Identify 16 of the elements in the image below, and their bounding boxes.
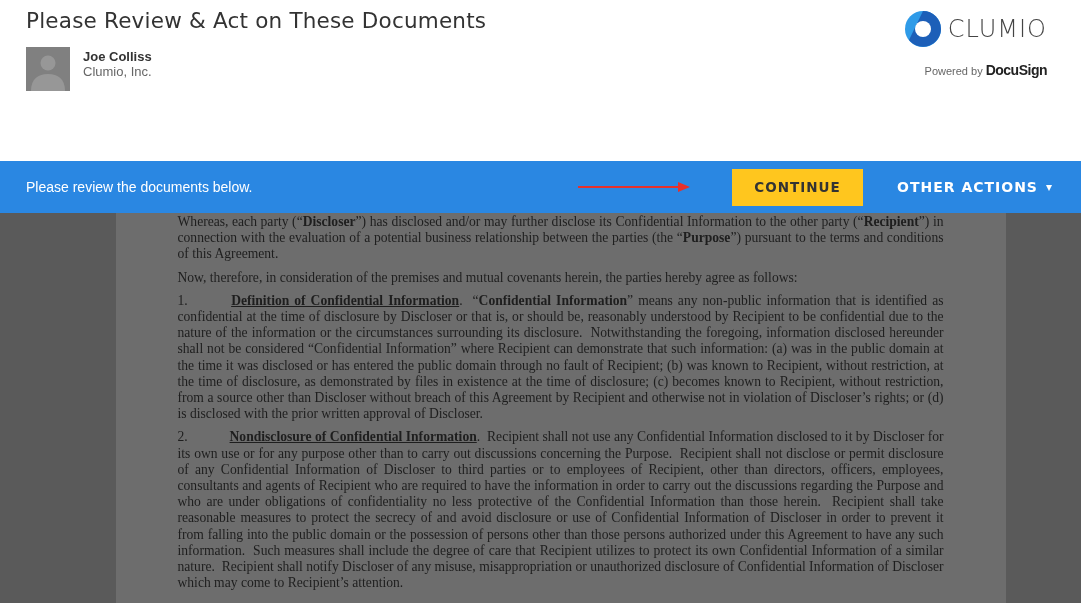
sender-company: Clumio, Inc. bbox=[83, 64, 152, 79]
other-actions-button[interactable]: OTHER ACTIONS ▾ bbox=[897, 179, 1053, 195]
page-title: Please Review & Act on These Documents bbox=[26, 8, 487, 33]
logo-icon bbox=[903, 10, 942, 48]
avatar-icon bbox=[26, 47, 70, 91]
document-paragraph: 2. Nondisclosure of Confidential Information. Recipient shall not use any Confidential Information disclosed to it by Discloser for its own use or for any purpose other than to carry out discussions concerning the Purpose. Recipient shall not disclose or permit disclosure of any Confidential Information of Discloser to third parties or to employees of Recipient, other than directors, officers, employees, consultants and agents of Recipient who are required to have the information in order to carry out the discussions regarding the Purpose and who are under obligations of confidentiality no less protective of the Confidential Information than those herein. Recipient shall take reasonable measures to protect the secrecy of and avoid disclosure or use of Confidential Information of Discloser in order to prevent it from falling into the public domain or the possession of persons other than those persons authorized under this Agreement to have any such information. Such measures shall include the degree of care that Recipient utilizes to protect its own Confidential Information of a similar nature. Recipient shall notify Discloser of any misuse, misappropriation or unauthorized disclosure of Confidential Information of Discloser which may come to Recipient’s attention. bbox=[177, 429, 944, 592]
brand-name: CLUMIO bbox=[947, 15, 1047, 43]
document-paragraph: 1. Definition of Confidential Information. “Confidential Information” means any non-public information that is identified as confidential at the time of disclosure by Discloser or that is, or should be, reasonably understood by Recipient to be confidential due to the nature of the information or the circumstances surrounding its disclosure. Notwithstanding the foregoing, information disclosed hereunder shall not be considered “Confidential Information” where Recipient can demonstrate that such information: (a) was in the public domain at the time it was disclosed or has entered the public domain through no fault of Recipient; (b) was known to Recipient, without restriction, at the time of disclosure, as demonstrated by files in existence at the time of disclosure; (c) becomes known to Recipient, without restriction, from a source other than Discloser without breach of this Agreement by Recipient and otherwise not in violation of Discloser’s rights; or (d) is disclosed with the prior written approval of Discloser. bbox=[177, 292, 944, 423]
sender-name: Joe Colliss bbox=[83, 49, 152, 64]
powered-by-label: Powered by bbox=[924, 65, 983, 77]
review-message: Please review the documents below. bbox=[26, 179, 254, 195]
arrow-icon bbox=[578, 182, 690, 192]
document-paragraph: Whereas, each party (“Discloser”) has disclosed and/or may further disclose its Confidential Information to the other party (“Recipient”) in connection with the evaluation of a potential business relationship between the parties (the “Purpose”) pursuant to the terms and conditions of this Agreement. bbox=[177, 214, 944, 263]
document-paragraph: Now, therefore, in consideration of the premises and mutual covenants herein, the parties hereby agree as follows: bbox=[177, 269, 799, 286]
continue-button[interactable]: CONTINUE bbox=[732, 168, 863, 206]
provider-name: DocuSign bbox=[985, 62, 1047, 78]
